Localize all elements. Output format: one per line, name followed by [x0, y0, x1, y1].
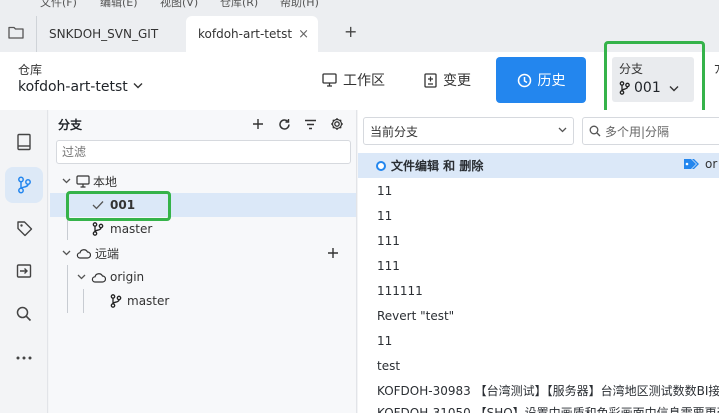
chevron-down-icon: [77, 274, 86, 280]
menu-view[interactable]: 视图(V): [160, 0, 198, 10]
rail-more[interactable]: [5, 340, 43, 376]
tree-remote-group[interactable]: 远端: [50, 241, 356, 265]
rail-stash[interactable]: [5, 253, 43, 289]
history-icon: [517, 73, 531, 87]
commit-message: Revert "test": [377, 308, 455, 323]
commit-message: 文件编辑 和 删除: [391, 159, 484, 173]
commit-row[interactable]: Revert "test": [358, 303, 719, 328]
branch-filter-input[interactable]: [56, 140, 351, 164]
tree-origin-label: origin: [110, 270, 145, 284]
branch-icon: [17, 176, 31, 194]
filter-icon[interactable]: [304, 119, 317, 130]
tree-remote-label: 远端: [95, 246, 120, 261]
tree-branch-label: master: [110, 222, 153, 236]
commit-message: 111: [377, 258, 400, 273]
menu-help[interactable]: 帮助(H): [280, 0, 319, 10]
tag-icon: [684, 159, 699, 169]
menu-repo[interactable]: 仓库(R): [220, 0, 258, 10]
menu-bar: 文件(F) 编辑(E) 视图(V) 仓库(R) 帮助(H): [0, 0, 719, 10]
monitor-icon: [76, 174, 90, 188]
rail-tags[interactable]: [5, 210, 43, 246]
commit-row[interactable]: 11: [358, 178, 719, 203]
branch-icon: [92, 222, 104, 236]
tag-badge: or: [683, 157, 717, 171]
commit-message: KOFDOH-30983 【台湾测试】【服务器】台湾地区测试数数BI接: [377, 384, 719, 398]
chevron-down-icon: [558, 127, 567, 133]
changes-icon: [424, 72, 437, 88]
tree-remote-origin[interactable]: origin: [50, 265, 356, 289]
tree-branch-label: master: [127, 294, 170, 308]
commit-message: 111111: [377, 283, 423, 298]
cut-off-label: ﾌ: [714, 62, 719, 76]
more-icon: [16, 356, 32, 360]
branch-scope-select[interactable]: 当前分支: [363, 117, 574, 145]
stash-icon: [16, 264, 32, 278]
commit-row[interactable]: test: [358, 353, 719, 378]
rail-book[interactable]: [5, 124, 43, 160]
chevron-down-icon[interactable]: [133, 82, 143, 89]
commit-message: 11: [377, 208, 393, 223]
commit-row[interactable]: 111111: [358, 278, 719, 303]
chevron-down-icon: [62, 178, 71, 184]
history-label: 历史: [537, 73, 566, 89]
commit-row[interactable]: KOFDOH-31050 【SHO】设置中画质和色彩画面中信息需要更改: [358, 400, 719, 413]
cloud-icon: [91, 272, 106, 283]
close-icon[interactable]: ×: [298, 27, 309, 42]
commit-row[interactable]: 11: [358, 328, 719, 353]
tree-remote-branch-master[interactable]: master: [50, 289, 356, 313]
history-button[interactable]: 历史: [496, 57, 586, 103]
tab-label: SNKDOH_SVN_GIT: [49, 27, 159, 41]
tab-kofdoh-art-tetst[interactable]: kofdoh-art-tetst ×: [186, 16, 318, 52]
search-icon: [16, 306, 32, 322]
commit-message: 11: [377, 183, 393, 198]
commit-row[interactable]: 文件编辑 和 删除: [358, 153, 719, 178]
head-commit-dot: [376, 160, 386, 171]
commit-row[interactable]: 11: [358, 203, 719, 228]
commit-search-input[interactable]: 多个用|分隔: [582, 117, 719, 145]
chevron-down-icon: [62, 250, 71, 256]
rail-search[interactable]: [5, 296, 43, 332]
folder-icon[interactable]: [8, 25, 24, 39]
tab-snkdoh-svn-git[interactable]: SNKDOH_SVN_GIT: [36, 16, 181, 52]
search-icon: [589, 125, 601, 137]
workspace-label: 工作区: [343, 73, 385, 89]
workspace-button[interactable]: 工作区: [322, 68, 385, 92]
commit-message: test: [377, 358, 401, 373]
add-remote-icon[interactable]: [327, 247, 339, 259]
branch-scope-value: 当前分支: [370, 124, 419, 139]
cloud-icon: [76, 248, 91, 259]
add-tab-button[interactable]: +: [344, 22, 357, 41]
tree-branch-master[interactable]: master: [50, 217, 356, 241]
menu-file[interactable]: 文件(F): [40, 0, 77, 10]
tree-local-group[interactable]: 本地: [50, 169, 356, 193]
tag-icon: [16, 220, 32, 236]
repo-label: 仓库: [18, 63, 43, 77]
book-icon: [17, 133, 31, 151]
branch-selector-highlight: [604, 41, 705, 114]
tree-local-label: 本地: [93, 174, 118, 189]
menu-edit[interactable]: 编辑(E): [100, 0, 138, 10]
rail-branches[interactable]: [5, 167, 43, 203]
monitor-icon: [322, 73, 337, 87]
commit-message: KOFDOH-31050 【SHO】设置中画质和色彩画面中信息需要更改: [377, 406, 719, 413]
commit-row[interactable]: 111: [358, 253, 719, 278]
changes-label: 变更: [443, 73, 471, 89]
add-icon[interactable]: [252, 118, 264, 130]
gear-icon[interactable]: [330, 117, 344, 131]
changes-button[interactable]: 变更: [424, 68, 471, 92]
branch-icon: [110, 294, 122, 308]
panel-title: 分支: [58, 118, 83, 132]
search-placeholder: 多个用|分隔: [605, 124, 670, 139]
commit-message: 111: [377, 233, 400, 248]
commit-row[interactable]: 111: [358, 228, 719, 253]
repo-name[interactable]: kofdoh-art-tetst: [18, 79, 128, 95]
refresh-icon[interactable]: [278, 118, 291, 131]
tab-label: kofdoh-art-tetst: [198, 27, 293, 41]
commit-message: 11: [377, 333, 393, 348]
tag-label: or: [705, 157, 718, 171]
